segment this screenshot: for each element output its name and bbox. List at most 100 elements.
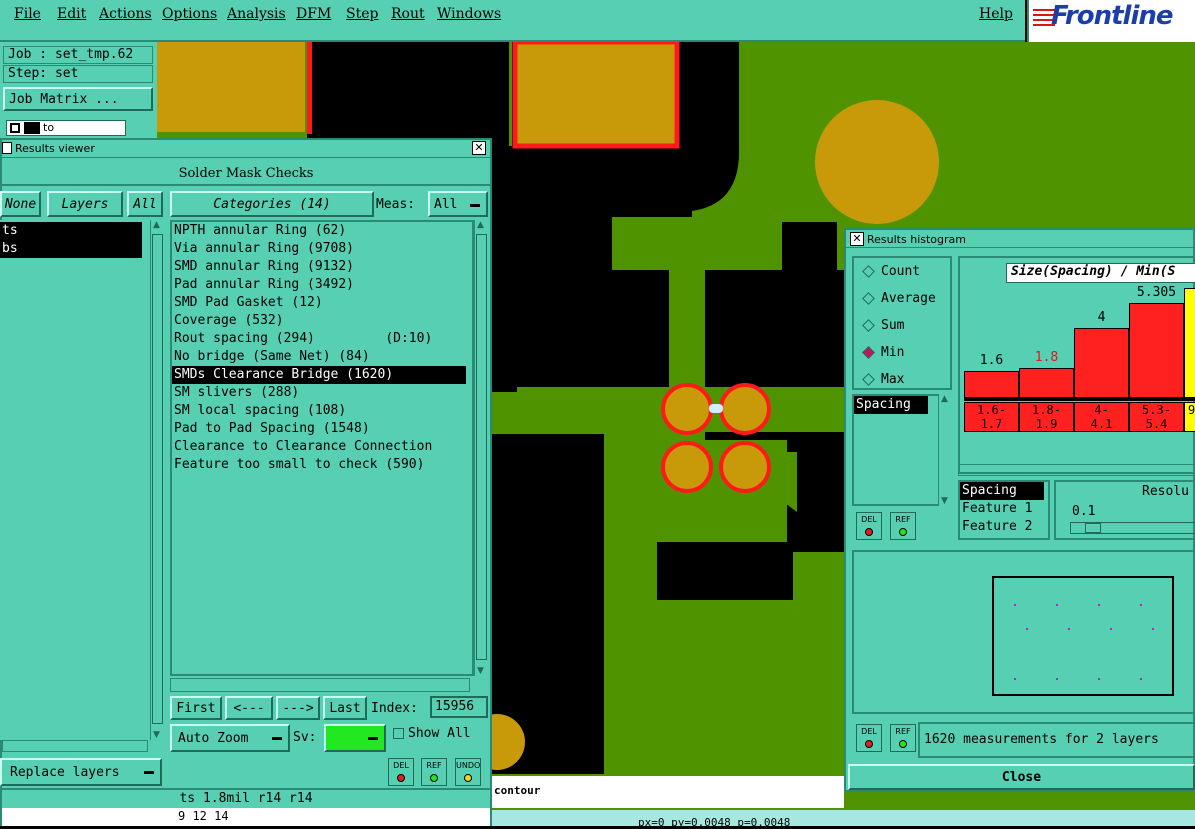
results-viewer-titlebar[interactable]: Results viewer ✕ [2, 140, 490, 158]
sv-color-dropdown[interactable] [324, 724, 386, 752]
list-item[interactable]: bs [0, 240, 142, 258]
menu-rout[interactable]: Rout [391, 6, 425, 22]
list-item[interactable]: Spacing [854, 396, 928, 414]
meas-label: Meas: [376, 197, 416, 212]
layers-button[interactable]: Layers [47, 191, 123, 217]
mode-min-radio[interactable]: Min [862, 345, 904, 360]
last-button[interactable]: Last [323, 696, 367, 720]
scroll-up-icon[interactable]: ▲ [941, 394, 948, 404]
scroll-down-icon[interactable]: ▼ [477, 666, 484, 676]
del-button[interactable]: DEL [856, 724, 882, 752]
show-all-checkbox[interactable] [393, 728, 404, 739]
list-item[interactable]: No bridge (Same Net) (84) [172, 348, 472, 366]
menu-options[interactable]: Options [162, 6, 217, 22]
menu-file[interactable]: File [14, 6, 41, 22]
layer-checkbox[interactable] [10, 123, 20, 133]
none-button[interactable]: None [0, 191, 41, 217]
replace-layers-dropdown[interactable]: Replace layers [0, 758, 162, 786]
scroll-down-icon[interactable]: ▼ [153, 730, 160, 740]
histogram-chart[interactable]: Size(Spacing) / Min(S 1.6 1.6- 1.7 1.8 1.8- 1… [958, 256, 1195, 474]
list-item[interactable]: Feature 2 [960, 518, 1048, 536]
mode-label: Sum [881, 318, 905, 333]
histogram-titlebar[interactable]: ✕ Results histogram [846, 230, 1195, 248]
menu-edit[interactable]: Edit [57, 6, 86, 22]
list-item[interactable]: Feature 1 [960, 500, 1048, 518]
status-text: contour [494, 784, 541, 797]
menu-dfm[interactable]: DFM [296, 6, 331, 22]
undo-button[interactable]: UNDO [455, 758, 481, 786]
bar-value-label: 5.305 [1136, 285, 1177, 300]
ref-button[interactable]: REF [421, 758, 447, 786]
layer-entry[interactable]: to [6, 120, 126, 136]
list-item[interactable]: Coverage (532) [172, 312, 472, 330]
job-matrix-button[interactable]: Job Matrix ... [3, 87, 153, 111]
auto-zoom-dropdown[interactable]: Auto Zoom [170, 724, 290, 752]
menu-windows[interactable]: Windows [437, 6, 501, 22]
histogram-bar[interactable] [964, 371, 1019, 398]
location-preview[interactable] [852, 550, 1195, 714]
slider-thumb[interactable] [1085, 523, 1101, 533]
all-button[interactable]: All [127, 191, 163, 217]
list-item[interactable]: Rout spacing (294) (D:10) [172, 330, 472, 348]
mode-count-radio[interactable]: Count [862, 264, 920, 279]
mode-sum-radio[interactable]: Sum [862, 318, 905, 333]
radio-icon [862, 373, 875, 386]
list-item-selected[interactable]: SMDs Clearance Bridge (1620) [172, 366, 466, 384]
measure-list[interactable]: Spacing [852, 394, 940, 506]
bar-range-label: 4- 4.1 [1074, 402, 1129, 432]
del-button[interactable]: DEL [388, 758, 414, 786]
list-item[interactable]: SM slivers (288) [172, 384, 472, 402]
list-item[interactable]: Pad annular Ring (3492) [172, 276, 472, 294]
close-icon[interactable]: ✕ [472, 141, 486, 155]
list-item[interactable]: Spacing [960, 482, 1044, 500]
ref-button[interactable]: REF [890, 512, 916, 540]
del-button[interactable]: DEL [856, 512, 882, 540]
list-item[interactable]: Pad to Pad Spacing (1548) [172, 420, 472, 438]
meas-dropdown[interactable]: All [428, 191, 488, 217]
histogram-bar[interactable] [1019, 368, 1074, 398]
categories-vscroll[interactable]: ▲ ▼ [474, 220, 488, 676]
menu-actions[interactable]: Actions [99, 6, 152, 22]
index-input[interactable]: 15956 [430, 696, 488, 718]
next-button[interactable]: ---> [276, 696, 320, 720]
window-menu-icon[interactable] [2, 142, 12, 154]
histogram-bar-partial[interactable] [1184, 288, 1195, 398]
measure-vscroll[interactable]: ▲ ▼ [938, 394, 952, 506]
categories-list[interactable]: NPTH annular Ring (62) Via annular Ring … [170, 220, 474, 676]
bar-range-end: 1.9 [1035, 417, 1058, 431]
list-item[interactable]: Feature too small to check (590) [172, 456, 472, 474]
scroll-up-icon[interactable]: ▲ [153, 220, 160, 230]
scroll-thumb[interactable] [476, 234, 487, 660]
menu-analysis[interactable]: Analysis [227, 6, 286, 22]
menu-help[interactable]: Help [979, 6, 1013, 22]
list-item[interactable]: SMD annular Ring (9132) [172, 258, 472, 276]
resolution-slider[interactable] [1070, 522, 1195, 534]
menu-step[interactable]: Step [346, 6, 378, 22]
histogram-hscroll[interactable] [958, 464, 1195, 476]
layers-vscroll[interactable]: ▲ ▼ [150, 220, 164, 740]
radio-icon [862, 292, 875, 305]
scroll-thumb[interactable] [152, 234, 163, 724]
scroll-down-icon[interactable]: ▼ [941, 496, 948, 506]
sort-list[interactable]: Spacing Feature 1 Feature 2 [958, 480, 1050, 540]
list-item[interactable]: Via annular Ring (9708) [172, 240, 472, 258]
categories-button[interactable]: Categories (14) [170, 191, 374, 217]
histogram-bar[interactable] [1074, 328, 1129, 398]
list-item[interactable]: SM local spacing (108) [172, 402, 472, 420]
list-item[interactable]: NPTH annular Ring (62) [172, 222, 472, 240]
histogram-bar[interactable] [1129, 303, 1184, 398]
list-item[interactable]: ts [0, 222, 142, 240]
mode-average-radio[interactable]: Average [862, 291, 936, 306]
ref-button[interactable]: REF [890, 724, 916, 752]
categories-hscroll[interactable] [170, 678, 470, 692]
mode-max-radio[interactable]: Max [862, 372, 904, 387]
window-menu-icon[interactable]: ✕ [850, 232, 864, 246]
first-button[interactable]: First [170, 696, 222, 720]
scroll-up-icon[interactable]: ▲ [477, 220, 484, 230]
prev-button[interactable]: <--- [225, 696, 273, 720]
layers-hscroll[interactable] [2, 740, 148, 752]
list-item[interactable]: Clearance to Clearance Connection [172, 438, 472, 456]
list-item[interactable]: SMD Pad Gasket (12) [172, 294, 472, 312]
close-button[interactable]: Close [848, 764, 1195, 790]
layers-list[interactable]: ts bs [0, 220, 152, 740]
